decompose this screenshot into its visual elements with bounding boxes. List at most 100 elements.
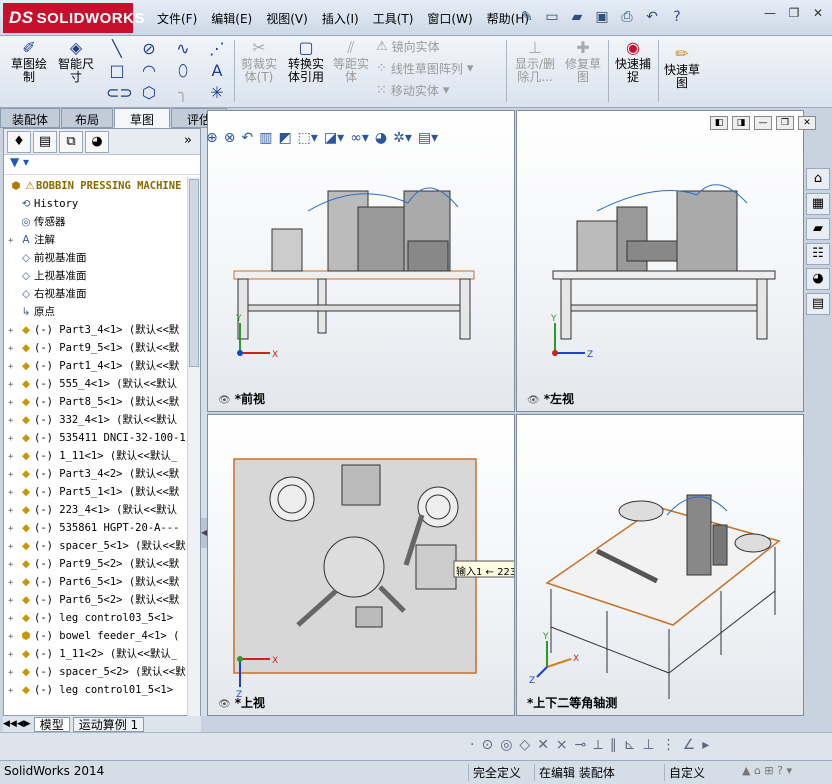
repair-sketch-button[interactable]: ✚ 修复草 图	[562, 38, 604, 84]
dropdown-arrow-icon[interactable]: ▾	[443, 83, 450, 98]
display-delete-relations-button[interactable]: ⊥ 显示/删 除几...	[512, 38, 558, 84]
tree-item[interactable]: + ◆ (-) spacer_5<1> (默认<<默	[4, 537, 188, 555]
zoom-to-fit-icon[interactable]: ⊕	[206, 130, 218, 146]
tab-layout[interactable]: 布局	[61, 108, 113, 128]
point-relation-icon[interactable]: ·	[470, 737, 474, 753]
status-units[interactable]: 自定义	[664, 764, 734, 781]
expand-icon[interactable]: +	[8, 484, 18, 502]
tree-item[interactable]: + ◆ (-) Part3_4<1> (默认<<默	[4, 321, 188, 339]
tree-item[interactable]: + ◆ (-) Part8_5<1> (默认<<默	[4, 393, 188, 411]
expand-icon[interactable]: +	[8, 448, 18, 466]
restore-icon[interactable]: ❐	[784, 6, 804, 24]
tree-item[interactable]: + ◆ (-) 1_11<1> (默认<<默认_	[4, 447, 188, 465]
expand-icon[interactable]: +	[8, 664, 18, 682]
dropdown-arrow-icon[interactable]: ▾	[467, 61, 474, 76]
tree-item[interactable]: ⟲ History	[4, 195, 188, 213]
expand-icon[interactable]: +	[8, 592, 18, 610]
tree-item[interactable]: ◇ 右视基准面	[4, 285, 188, 303]
options-icon[interactable]: ▸	[702, 737, 709, 753]
tree-item[interactable]: + ◆ (-) Part6_5<1> (默认<<默	[4, 573, 188, 591]
angle-snap-icon[interactable]: ∠	[683, 737, 696, 753]
parallel-icon[interactable]: ∥	[610, 737, 617, 753]
expand-icon[interactable]: +	[8, 430, 18, 448]
expand-icon[interactable]: +	[8, 628, 18, 646]
expand-icon[interactable]: +	[8, 412, 18, 430]
edit-appearance-icon[interactable]: ◕	[375, 130, 387, 146]
pin-icon[interactable]: ✎	[516, 6, 538, 28]
trim-entities-button[interactable]: ✂ 剪裁实 体(T)	[238, 38, 280, 84]
tree-item[interactable]: + ◆ (-) 1_11<2> (默认<<默认_	[4, 645, 188, 663]
fillet-icon[interactable]: ╮	[172, 82, 194, 104]
tree-filter[interactable]: ▼ ▾	[4, 155, 200, 175]
tree-item[interactable]: + ◆ (-) leg control01_5<1>	[4, 681, 188, 699]
viewport-prev-icon[interactable]: ◧	[710, 116, 728, 130]
menu-view[interactable]: 视图(V)	[259, 8, 315, 29]
filter-dropdown-icon[interactable]: ▾	[19, 155, 29, 169]
view-palette-icon[interactable]: ☷	[806, 243, 830, 265]
quick-snaps-button[interactable]: ◉ 快速捕 捉	[612, 38, 654, 84]
expand-icon[interactable]: +	[8, 538, 18, 556]
tree-item[interactable]: + ◆ (-) Part3_4<2> (默认<<默	[4, 465, 188, 483]
expand-icon[interactable]: +	[8, 394, 18, 412]
expand-icon[interactable]: +	[8, 232, 18, 250]
configuration-manager-tab-icon[interactable]: ⧉	[59, 130, 83, 153]
custom-properties-icon[interactable]: ▤	[806, 293, 830, 315]
close-icon[interactable]: ✕	[808, 6, 828, 24]
tree-item[interactable]: + ◆ (-) Part9_5<1> (默认<<默	[4, 339, 188, 357]
display-manager-tab-icon[interactable]: ◕	[85, 130, 109, 153]
circle-icon[interactable]: ⊘	[138, 38, 160, 60]
line-icon[interactable]: ╲	[106, 38, 128, 60]
arc-icon[interactable]: ◠	[138, 60, 160, 82]
apply-scene-icon[interactable]: ✲▾	[393, 130, 412, 146]
mirror-entities-button[interactable]: ⚠ 镜向实体	[376, 38, 440, 55]
expand-icon[interactable]: +	[8, 466, 18, 484]
viewport-minimize-icon[interactable]: —	[754, 116, 772, 130]
menu-window[interactable]: 窗口(W)	[420, 8, 479, 29]
expand-icon[interactable]: +	[8, 520, 18, 538]
perpendicular-icon[interactable]: ⟂	[593, 737, 602, 753]
hide-show-items-icon[interactable]: ∞▾	[350, 130, 369, 146]
dynamic-annotation-icon[interactable]: ◩	[278, 130, 291, 146]
expand-icon[interactable]: +	[8, 322, 18, 340]
expand-icon[interactable]: +	[8, 556, 18, 574]
tab-motion-study[interactable]: 运动算例 1	[72, 716, 145, 732]
view-eye-icon[interactable]: 👁	[527, 395, 540, 406]
tree-item[interactable]: + ◆ (-) 223_4<1> (默认<<默认	[4, 501, 188, 519]
ellipse-icon[interactable]: ⬯	[172, 60, 194, 82]
tree-item[interactable]: + A 注解	[4, 231, 188, 249]
horizontal-icon[interactable]: ⊾	[624, 737, 636, 753]
text-icon[interactable]: A	[206, 60, 228, 82]
linear-pattern-button[interactable]: ⁘ 线性草图阵列 ▾	[376, 60, 473, 77]
intersection-icon[interactable]: ⨯	[556, 737, 568, 753]
slot-icon[interactable]: ⊂⊃	[106, 82, 133, 104]
viewport-left[interactable]: Z Y 👁 *左视	[516, 110, 804, 412]
convert-entities-button[interactable]: ▢ 转换实 体引用	[284, 38, 328, 84]
offset-entities-button[interactable]: ⫽ 等距实 体	[330, 38, 372, 84]
expand-icon[interactable]: +	[8, 574, 18, 592]
scroll-left-icon[interactable]: ◀◀◀▶	[3, 719, 31, 729]
circle-relation-icon[interactable]: ⊙	[481, 737, 493, 753]
smart-dimension-button[interactable]: ◈ 智能尺 寸	[54, 38, 98, 84]
tree-item[interactable]: ◇ 前视基准面	[4, 249, 188, 267]
tree-item[interactable]: + ◆ (-) 332_4<1> (默认<<默认	[4, 411, 188, 429]
polygon-icon[interactable]: ⬡	[138, 82, 160, 104]
rapid-sketch-button[interactable]: ✏ 快速草 图	[660, 44, 704, 90]
solidworks-logo[interactable]: DS SOLIDWORKS	[3, 3, 144, 33]
tree-item[interactable]: ↳ 原点	[4, 303, 188, 321]
tree-item[interactable]: + ⬢ (-) bowel feeder_4<1> (	[4, 627, 188, 645]
appearances-icon[interactable]: ◕	[806, 268, 830, 290]
section-view-icon[interactable]: ▥	[259, 130, 272, 146]
menu-insert[interactable]: 插入(I)	[315, 8, 366, 29]
move-entities-button[interactable]: ⁙ 移动实体 ▾	[376, 82, 449, 99]
viewport-top[interactable]: X Z 输入1 ← 223_4<1> 👁*上视	[207, 414, 515, 716]
tangent-icon[interactable]: ⊸	[575, 737, 587, 753]
tree-item[interactable]: + ◆ (-) Part6_5<2> (默认<<默	[4, 591, 188, 609]
tree-item[interactable]: + ◆ (-) 535861 HGPT-20-A---	[4, 519, 188, 537]
rectangle-icon[interactable]: □	[106, 60, 128, 82]
tree-item[interactable]: + ◆ (-) spacer_5<2> (默认<<默	[4, 663, 188, 681]
diamond-icon[interactable]: ◇	[519, 737, 530, 753]
point-icon[interactable]: ✳	[206, 82, 228, 104]
expand-icon[interactable]: +	[8, 340, 18, 358]
feature-manager-tab-icon[interactable]: ♦	[7, 130, 31, 153]
status-tools-icon[interactable]: ▲ ⌂ ⊞ ? ▾	[742, 764, 792, 777]
